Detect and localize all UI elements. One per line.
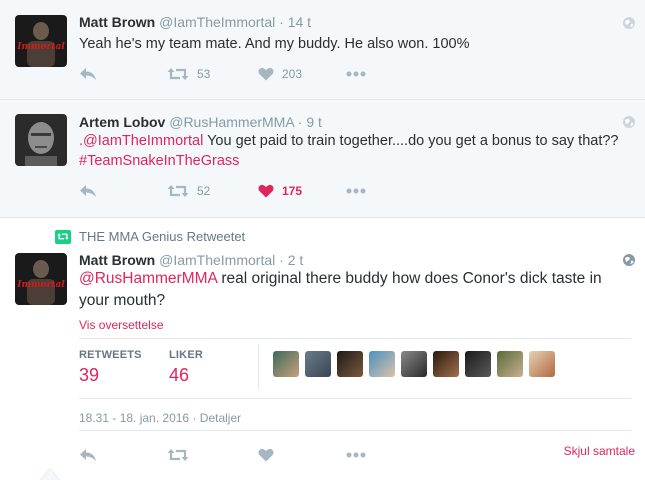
reply-icon — [80, 449, 96, 461]
like-button[interactable] — [258, 445, 274, 465]
globe-icon — [623, 254, 635, 266]
separator-dot: · — [279, 14, 284, 30]
show-translation-link[interactable]: Vis oversettelse — [79, 318, 164, 332]
globe-icon — [623, 116, 635, 128]
retweet-icon — [167, 449, 189, 461]
more-icon — [346, 71, 366, 77]
author-name[interactable]: Matt Brown — [79, 14, 155, 30]
liker-avatar[interactable] — [465, 351, 491, 377]
heart-icon — [258, 184, 274, 198]
like-button[interactable]: 203 — [258, 64, 302, 84]
tweet-matt-brown-expanded[interactable]: THE MMA Genius Retweetet Immortal Matt B… — [0, 218, 645, 480]
author-name[interactable]: Artem Lobov — [79, 114, 165, 130]
like-button[interactable]: 175 — [258, 181, 302, 201]
tweet-time[interactable]: 2 t — [288, 252, 304, 268]
like-count: 203 — [282, 67, 303, 81]
tweet-artem-lobov[interactable]: Artem Lobov @RusHammerMMA · 9 t .@IamThe… — [0, 100, 645, 218]
tweet-body: You get paid to train together....do you… — [203, 133, 619, 149]
reply-button[interactable] — [79, 445, 97, 465]
retweet-button[interactable]: 53 — [167, 64, 210, 84]
more-button[interactable] — [346, 181, 366, 201]
liker-avatar[interactable] — [401, 351, 427, 377]
tweet-header: Matt Brown @IamTheImmortal · 14 t — [79, 13, 311, 31]
reply-icon — [80, 185, 96, 197]
reply-icon — [80, 68, 96, 80]
retweet-icon — [167, 68, 189, 80]
retweet-count: 52 — [197, 184, 211, 198]
likes-count[interactable]: 46 — [169, 365, 189, 386]
reply-button[interactable] — [79, 181, 97, 201]
liker-avatars — [273, 351, 561, 377]
mention-link[interactable]: @RusHammerMMA — [79, 270, 217, 287]
retweet-icon — [55, 229, 71, 244]
likes-label[interactable]: LIKER — [169, 349, 203, 361]
hashtag-link[interactable]: #TeamSnakeInTheGrass — [79, 153, 239, 169]
author-handle[interactable]: @RusHammerMMA — [169, 114, 294, 130]
divider — [79, 430, 631, 431]
separator-dot: · — [297, 114, 303, 130]
liker-avatar[interactable] — [529, 351, 555, 377]
tweet-meta: 18.31 - 18. jan. 2016 · Detaljer — [79, 411, 241, 425]
liker-avatar[interactable] — [337, 351, 363, 377]
author-handle[interactable]: @IamTheImmortal — [159, 252, 275, 268]
more-icon — [346, 188, 366, 194]
retweet-button[interactable] — [167, 445, 189, 465]
author-handle[interactable]: @IamTheImmortal — [159, 14, 275, 30]
tweet-header: Matt Brown @IamTheImmortal · 2 t — [79, 251, 303, 269]
svg-text:Immortal: Immortal — [16, 280, 65, 290]
retweets-count[interactable]: 39 — [79, 365, 99, 386]
separator-dot: · — [192, 411, 200, 425]
more-button[interactable] — [346, 64, 366, 84]
reply-caret — [40, 468, 60, 480]
liker-avatar[interactable] — [497, 351, 523, 377]
tweet-time[interactable]: 14 t — [288, 14, 311, 30]
tweet-text: .@IamTheImmortal You get paid to train t… — [79, 131, 624, 171]
like-count: 175 — [282, 184, 303, 198]
separator-dot: · — [279, 252, 284, 268]
more-button[interactable] — [346, 445, 366, 465]
avatar[interactable]: Immortal — [15, 15, 67, 67]
tweet-text: @RusHammerMMA real original there buddy … — [79, 268, 624, 312]
avatar[interactable]: Immortal — [15, 253, 67, 305]
retweeted-by-text[interactable]: THE MMA Genius Retweetet — [79, 229, 245, 244]
tweet-timestamp[interactable]: 18.31 - 18. jan. 2016 — [79, 411, 189, 425]
mention-link[interactable]: .@IamTheImmortal — [79, 133, 203, 149]
liker-avatar[interactable] — [305, 351, 331, 377]
retweet-button[interactable]: 52 — [167, 181, 210, 201]
hide-conversation-link[interactable]: Skjul samtale — [564, 444, 635, 458]
liker-avatar[interactable] — [369, 351, 395, 377]
liker-avatar[interactable] — [273, 351, 299, 377]
details-link[interactable]: Detaljer — [200, 411, 241, 425]
svg-text:Immortal: Immortal — [16, 42, 65, 52]
retweet-context: THE MMA Genius Retweetet — [55, 229, 245, 244]
tweet-text: Yeah he's my team mate. And my buddy. He… — [79, 36, 470, 52]
more-icon — [346, 452, 366, 458]
tweet-matt-brown-1[interactable]: Immortal Matt Brown @IamTheImmortal · 14… — [0, 0, 645, 100]
divider — [79, 338, 631, 339]
liker-avatar[interactable] — [433, 351, 459, 377]
retweets-label[interactable]: RETWEETS — [79, 349, 142, 361]
avatar[interactable] — [15, 114, 67, 166]
heart-icon — [258, 448, 274, 462]
tweet-time[interactable]: 9 t — [306, 114, 322, 130]
stats-separator — [258, 344, 259, 390]
globe-icon — [623, 17, 635, 29]
tweet-header: Artem Lobov @RusHammerMMA · 9 t — [79, 113, 322, 131]
retweet-count: 53 — [197, 67, 211, 81]
author-name[interactable]: Matt Brown — [79, 252, 155, 268]
heart-icon — [258, 67, 274, 81]
retweet-icon — [167, 185, 189, 197]
divider — [79, 398, 631, 399]
reply-button[interactable] — [79, 64, 97, 84]
